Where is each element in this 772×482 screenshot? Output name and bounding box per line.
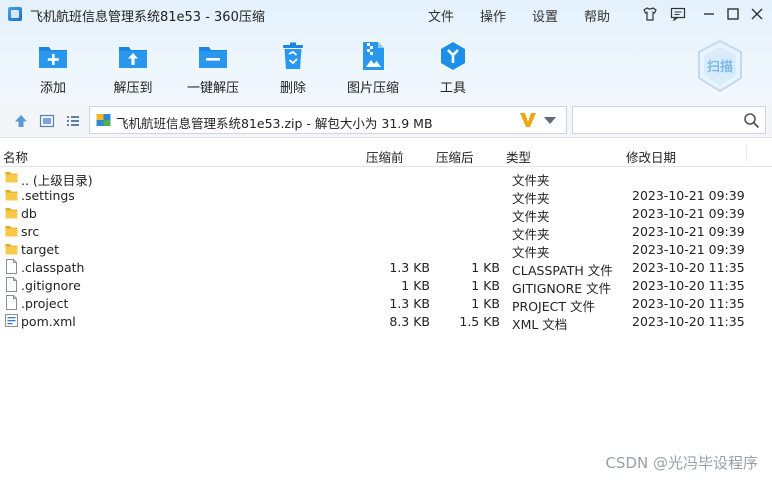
file-row[interactable]: pom.xml 8.3 KB 1.5 KB XML 文档 2023-10-20 11:3… — [0, 312, 772, 332]
watermark: CSDN @光冯毕设程序 — [605, 454, 758, 472]
tool-delete-button[interactable]: 删除 — [258, 36, 328, 96]
file-size: 1 KB — [401, 278, 430, 293]
folder-icon — [5, 226, 18, 237]
feedback-icon[interactable] — [669, 5, 687, 23]
file-modified: 2023-10-20 11:35 — [632, 314, 745, 329]
one-click-extract-icon — [199, 47, 227, 68]
xml-file-icon — [5, 314, 18, 327]
file-row[interactable]: db 文件夹 2023-10-21 09:39 — [0, 204, 772, 224]
address-path: 飞机航班信息管理系统81e53.zip - 解包大小为 31.9 MB — [116, 116, 433, 131]
window-title: 飞机航班信息管理系统81e53 - 360压缩 — [30, 10, 265, 25]
column-packed[interactable]: 压缩后 — [436, 147, 474, 166]
file-name: .classpath — [21, 260, 85, 275]
file-modified: 2023-10-21 09:39 — [632, 242, 745, 257]
menu-file[interactable]: 文件 — [428, 6, 454, 25]
column-size[interactable]: 压缩前 — [366, 147, 404, 166]
file-row[interactable]: .. (上级目录) 文件夹 — [0, 168, 772, 188]
file-name: db — [21, 206, 37, 221]
address-bar[interactable]: 飞机航班信息管理系统81e53.zip - 解包大小为 31.9 MB — [89, 106, 567, 134]
maximize-icon[interactable] — [724, 5, 742, 23]
file-icon — [6, 277, 17, 292]
skin-shirt-icon[interactable] — [641, 5, 659, 23]
file-row[interactable]: target 文件夹 2023-10-21 09:39 — [0, 240, 772, 260]
zip-archive-icon — [96, 114, 111, 126]
folder-icon — [5, 172, 18, 183]
file-modified: 2023-10-20 11:35 — [632, 278, 745, 293]
file-name: .project — [21, 296, 69, 311]
scan-button[interactable]: 扫描 — [694, 38, 746, 94]
tool-image-compress-label: 图片压缩 — [346, 81, 399, 96]
minimize-icon[interactable] — [700, 5, 718, 23]
column-type[interactable]: 类型 — [506, 147, 531, 166]
file-row[interactable]: .settings 文件夹 2023-10-21 09:39 — [0, 186, 772, 206]
search-icon[interactable] — [743, 112, 760, 129]
tools-icon — [441, 42, 465, 70]
up-level-icon[interactable] — [13, 113, 29, 129]
file-size: 1.3 KB — [389, 260, 430, 275]
list-view-icon[interactable] — [65, 113, 81, 129]
tool-tools-button[interactable]: 工具 — [418, 36, 488, 96]
file-modified: 2023-10-21 09:39 — [632, 188, 745, 203]
file-modified: 2023-10-20 11:35 — [632, 296, 745, 311]
tool-one-click-extract-button[interactable]: 一键解压 — [178, 36, 248, 96]
file-name: target — [21, 242, 60, 257]
tool-delete-label: 删除 — [279, 81, 306, 96]
image-compress-icon — [363, 42, 384, 70]
tool-extract-to-button[interactable]: 解压到 — [98, 36, 168, 96]
folder-icon — [5, 244, 18, 255]
file-name: .settings — [21, 188, 75, 203]
file-size: 1.3 KB — [389, 296, 430, 311]
file-modified: 2023-10-21 09:39 — [632, 206, 745, 221]
menu-operate[interactable]: 操作 — [480, 6, 506, 25]
column-modified[interactable]: 修改日期 — [626, 147, 676, 166]
file-size: 8.3 KB — [389, 314, 430, 329]
file-name: src — [21, 224, 40, 239]
file-row[interactable]: src 文件夹 2023-10-21 09:39 — [0, 222, 772, 242]
app-logo-icon — [8, 7, 22, 21]
column-name[interactable]: 名称 — [3, 147, 28, 166]
column-header: 名称 压缩前 压缩后 类型 修改日期 — [0, 139, 772, 167]
file-type: XML 文档 — [512, 317, 568, 332]
file-row[interactable]: .project 1.3 KB 1 KB PROJECT 文件 2023-10-20 1… — [0, 294, 772, 314]
file-packed-size: 1.5 KB — [459, 314, 500, 329]
menu-help[interactable]: 帮助 — [584, 6, 610, 25]
title-bar: 飞机航班信息管理系统81e53 - 360压缩 文件 操作 设置 帮助 — [0, 0, 772, 28]
tool-tools-label: 工具 — [439, 81, 466, 96]
tool-image-compress-button[interactable]: 图片压缩 — [338, 36, 408, 96]
file-name: pom.xml — [21, 314, 76, 329]
close-icon[interactable] — [748, 5, 766, 23]
tool-extract-to-label: 解压到 — [113, 81, 153, 96]
file-modified: 2023-10-20 11:35 — [632, 260, 745, 275]
menu-settings[interactable]: 设置 — [532, 6, 558, 25]
folder-icon — [5, 208, 18, 219]
file-icon — [6, 259, 17, 274]
window-header: 飞机航班信息管理系统81e53 - 360压缩 文件 操作 设置 帮助 添加 解… — [0, 0, 772, 104]
tool-one-click-extract-label: 一键解压 — [186, 81, 239, 96]
details-view-icon[interactable] — [39, 113, 55, 129]
add-icon — [39, 47, 67, 68]
address-dropdown-icon[interactable] — [544, 117, 556, 124]
tool-add-label: 添加 — [39, 81, 66, 96]
delete-icon — [283, 42, 303, 69]
folder-icon — [5, 190, 18, 201]
file-icon — [6, 295, 17, 310]
tool-add-button[interactable]: 添加 — [18, 36, 88, 96]
file-row[interactable]: .classpath 1.3 KB 1 KB CLASSPATH 文件 2023-10-… — [0, 258, 772, 278]
file-packed-size: 1 KB — [471, 278, 500, 293]
file-list: 名称 压缩前 压缩后 类型 修改日期 .. (上级目录) 文件夹 .settings… — [0, 139, 772, 482]
file-modified: 2023-10-21 09:39 — [632, 224, 745, 239]
search-input[interactable] — [572, 106, 766, 134]
file-row[interactable]: .gitignore 1 KB 1 KB GITIGNORE 文件 2023-10-20… — [0, 276, 772, 296]
file-packed-size: 1 KB — [471, 296, 500, 311]
column-separator[interactable] — [746, 145, 747, 161]
brand-v-icon[interactable] — [518, 110, 538, 130]
extract-to-icon — [119, 47, 147, 68]
scan-label: 扫描 — [706, 60, 733, 75]
file-name: .gitignore — [21, 278, 81, 293]
file-packed-size: 1 KB — [471, 260, 500, 275]
